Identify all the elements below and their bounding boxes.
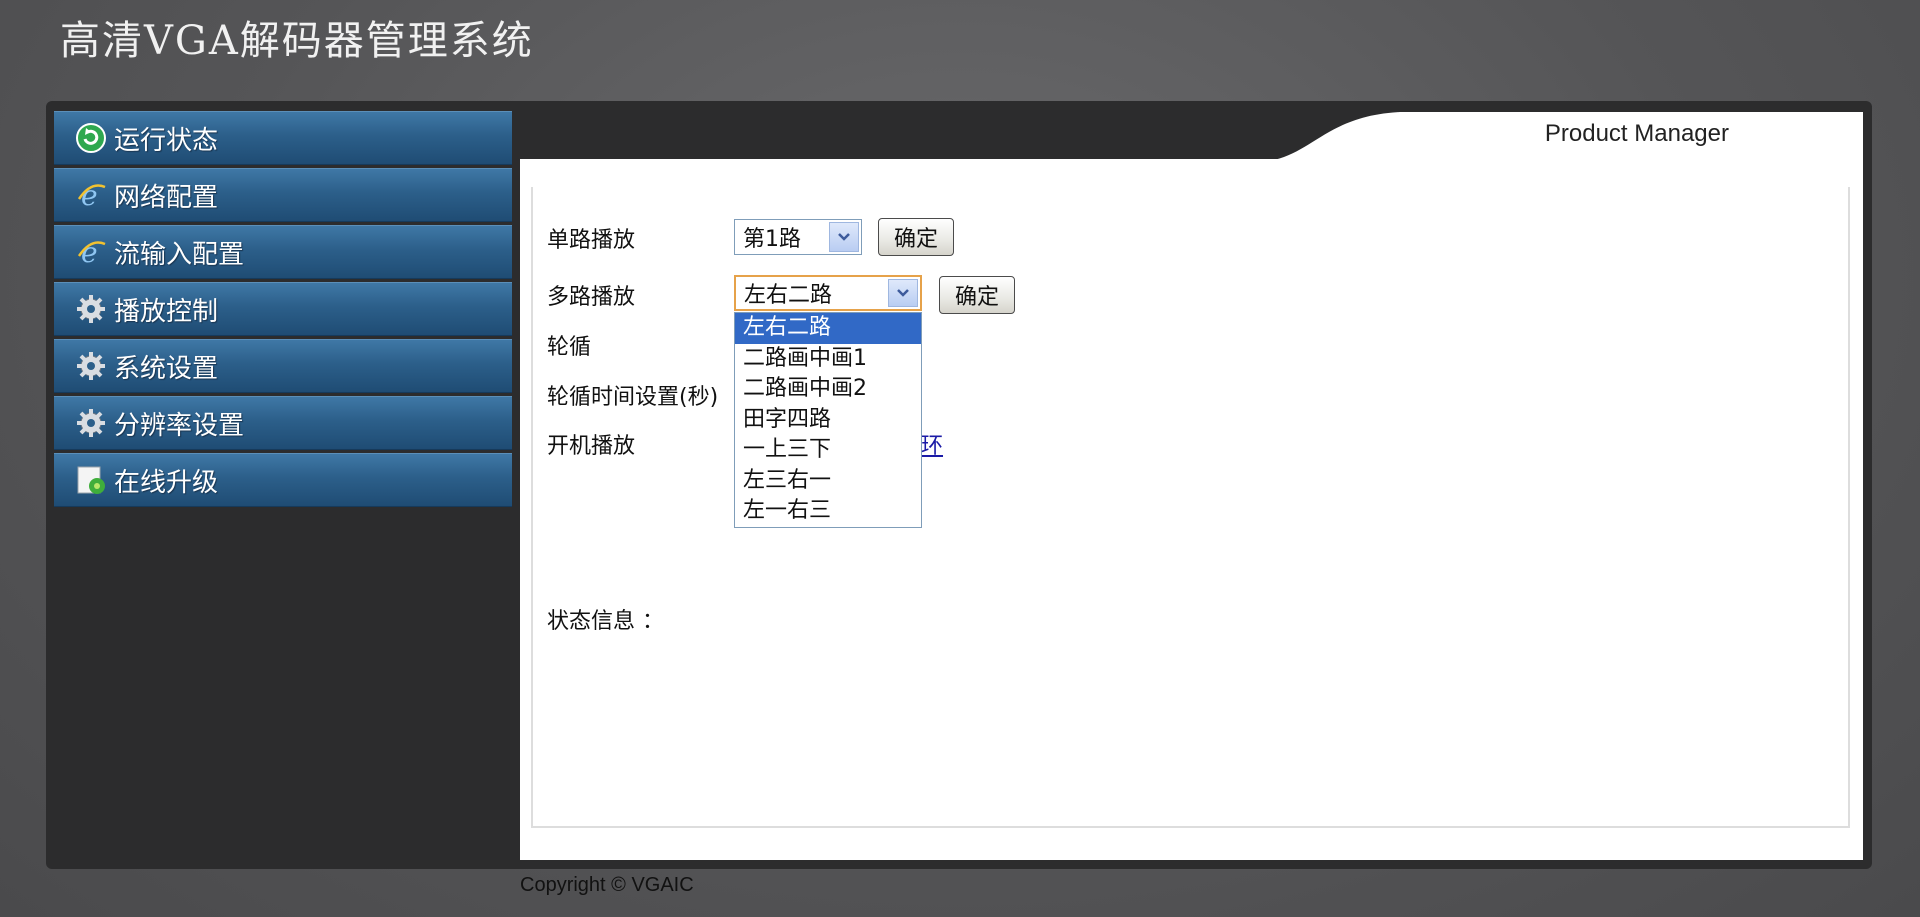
single-play-confirm-button[interactable]: 确定 (878, 218, 954, 256)
sidebar-item-label: 在线升级 (114, 467, 219, 498)
status-info-label: 状态信息 ： (547, 609, 664, 634)
sidebar-item-stream-input-config[interactable]: e 流输入配置 (54, 225, 512, 279)
multi-play-select[interactable]: 左右二路 (734, 275, 922, 311)
single-play-label: 单路播放 (547, 228, 636, 253)
rotate-time-label: 轮循时间设置(秒) (547, 385, 719, 410)
dropdown-option[interactable]: 左三右一 (735, 466, 921, 497)
sidebar-item-label: 运行状态 (114, 125, 219, 156)
gear-icon (74, 406, 108, 440)
dropdown-option[interactable]: 田字四路 (735, 405, 921, 436)
dropdown-option[interactable]: 一上三下 (735, 435, 921, 466)
dropdown-option[interactable]: 二路画中画2 (735, 374, 921, 405)
app-title: 高清VGA解码器管理系统 (60, 18, 534, 64)
dropdown-option[interactable]: 左右二路 (735, 313, 921, 344)
multi-play-confirm-button[interactable]: 确定 (939, 276, 1015, 314)
upgrade-icon (74, 463, 108, 497)
inner-panel (531, 187, 1850, 828)
chevron-down-icon[interactable] (829, 222, 859, 252)
content-panel: 单路播放 第1路 确定 多路播放 左右二路 确定 轮循 轮循时间设置(秒) 开机… (520, 159, 1863, 860)
sidebar-item-resolution-settings[interactable]: 分辨率设置 (54, 396, 512, 450)
sidebar-item-run-status[interactable]: 运行状态 (54, 111, 512, 165)
sidebar-item-label: 系统设置 (114, 353, 219, 384)
sidebar-item-online-upgrade[interactable]: 在线升级 (54, 453, 512, 507)
sidebar-item-network-config[interactable]: e 网络配置 (54, 168, 512, 222)
footer-copyright: Copyright © VGAIC (520, 874, 694, 896)
single-play-select[interactable]: 第1路 (734, 219, 862, 255)
sidebar-item-label: 分辨率设置 (114, 410, 245, 441)
dropdown-option[interactable]: 二路画中画1 (735, 344, 921, 375)
chevron-down-icon[interactable] (888, 279, 918, 307)
sidebar-item-label: 流输入配置 (114, 239, 245, 270)
sidebar-item-system-settings[interactable]: 系统设置 (54, 339, 512, 393)
boot-play-link[interactable]: 环 (921, 428, 943, 460)
gear-icon (74, 349, 108, 383)
rotate-label: 轮循 (547, 335, 592, 360)
tab-header: Product Manager (520, 110, 1863, 162)
refresh-icon (74, 121, 108, 155)
tab-product-manager[interactable]: Product Manager (1545, 120, 1729, 148)
multi-play-value: 左右二路 (744, 283, 833, 308)
browser-e-icon: e (74, 178, 108, 212)
sidebar-item-label: 网络配置 (114, 182, 219, 213)
multi-play-dropdown-list: 左右二路 二路画中画1 二路画中画2 田字四路 一上三下 左三右一 左一右三 (734, 312, 922, 528)
boot-play-label: 开机播放 (547, 434, 636, 459)
sidebar-item-label: 播放控制 (114, 296, 219, 327)
gear-icon (74, 292, 108, 326)
single-play-value: 第1路 (743, 227, 801, 252)
multi-play-label: 多路播放 (547, 285, 636, 310)
sidebar: 运行状态 e 网络配置 e 流输入配置 播放控制 系统设置 分辨率设置 在线升级 (54, 111, 512, 510)
browser-e-icon: e (74, 235, 108, 269)
dropdown-option[interactable]: 左一右三 (735, 496, 921, 527)
sidebar-item-play-control[interactable]: 播放控制 (54, 282, 512, 336)
